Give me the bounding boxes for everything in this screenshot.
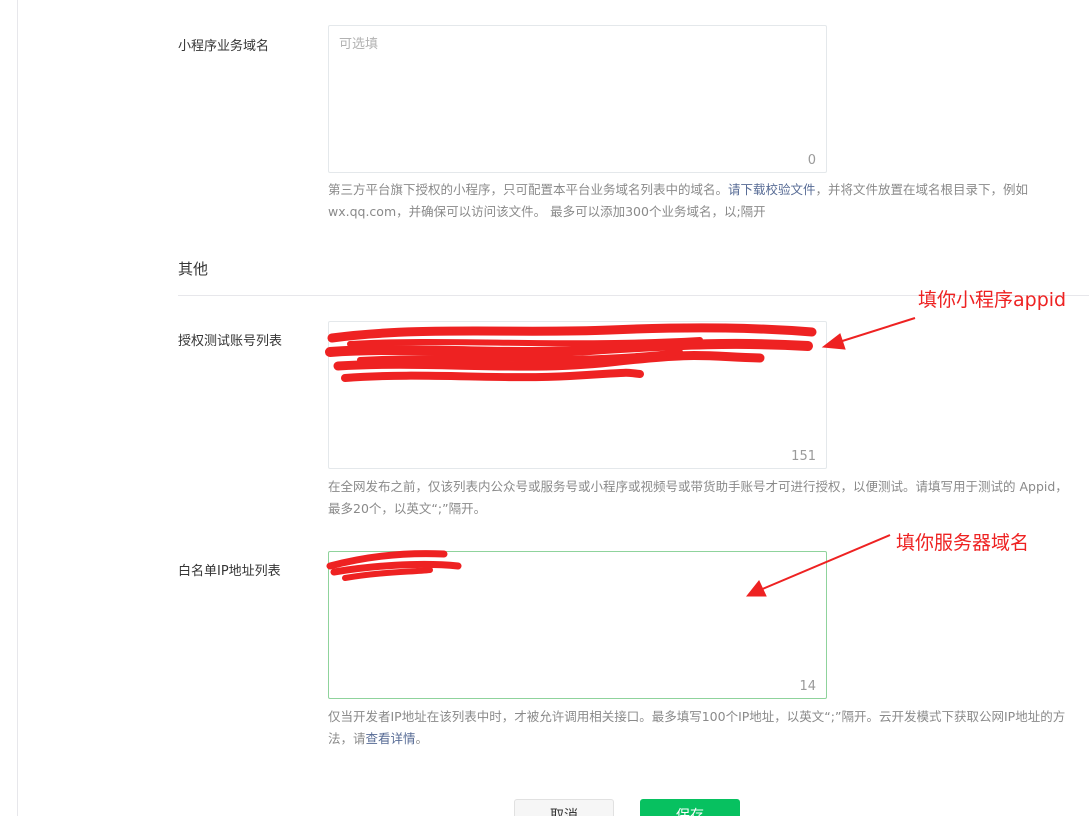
test-accounts-count: 151 [791, 449, 816, 464]
ip-whitelist-help-pre: 仅当开发者IP地址在该列表中时，才被允许调用相关接口。最多填写100个IP地址，… [328, 709, 1066, 746]
business-domain-help: 第三方平台旗下授权的小程序，只可配置本平台业务域名列表中的域名。请下载校验文件，… [328, 179, 1073, 223]
ip-whitelist-help-post: 。 [415, 731, 429, 746]
test-accounts-help: 在全网发布之前，仅该列表内公众号或服务号或小程序或视频号或带货助手账号才可进行授… [328, 479, 1068, 516]
ip-whitelist-box: 14 [328, 551, 827, 699]
ip-whitelist-label: 白名单IP地址列表 [178, 564, 281, 579]
save-button[interactable]: 保存 [640, 799, 740, 816]
view-details-link[interactable]: 查看详情 [366, 731, 416, 746]
arrow-appid [821, 317, 916, 350]
ip-whitelist-count: 14 [799, 679, 816, 694]
test-accounts-box: 151 [328, 321, 827, 469]
page: 小程序业务域名 0 第三方平台旗下授权的小程序，只可配置本平台业务域名列表中的域… [0, 0, 1089, 816]
test-accounts-label: 授权测试账号列表 [178, 334, 283, 349]
business-domain-count: 0 [807, 153, 816, 168]
ip-whitelist-textarea[interactable] [329, 552, 826, 698]
business-domain-help-pre: 第三方平台旗下授权的小程序，只可配置本平台业务域名列表中的域名。 [328, 182, 729, 197]
test-accounts-textarea[interactable] [329, 322, 826, 468]
section-title-other: 其他 [178, 260, 209, 278]
left-divider [17, 0, 18, 816]
cancel-button[interactable]: 取消 [514, 799, 614, 816]
business-domain-textarea[interactable] [329, 26, 826, 172]
business-domain-box: 0 [328, 25, 827, 173]
annotation-server: 填你服务器域名 [896, 532, 1030, 554]
annotation-appid: 填你小程序appid [918, 289, 1067, 311]
ip-whitelist-help: 仅当开发者IP地址在该列表中时，才被允许调用相关接口。最多填写100个IP地址，… [328, 706, 1073, 750]
download-verify-file-link[interactable]: 请下载校验文件 [728, 182, 816, 197]
business-domain-label: 小程序业务域名 [178, 39, 270, 54]
